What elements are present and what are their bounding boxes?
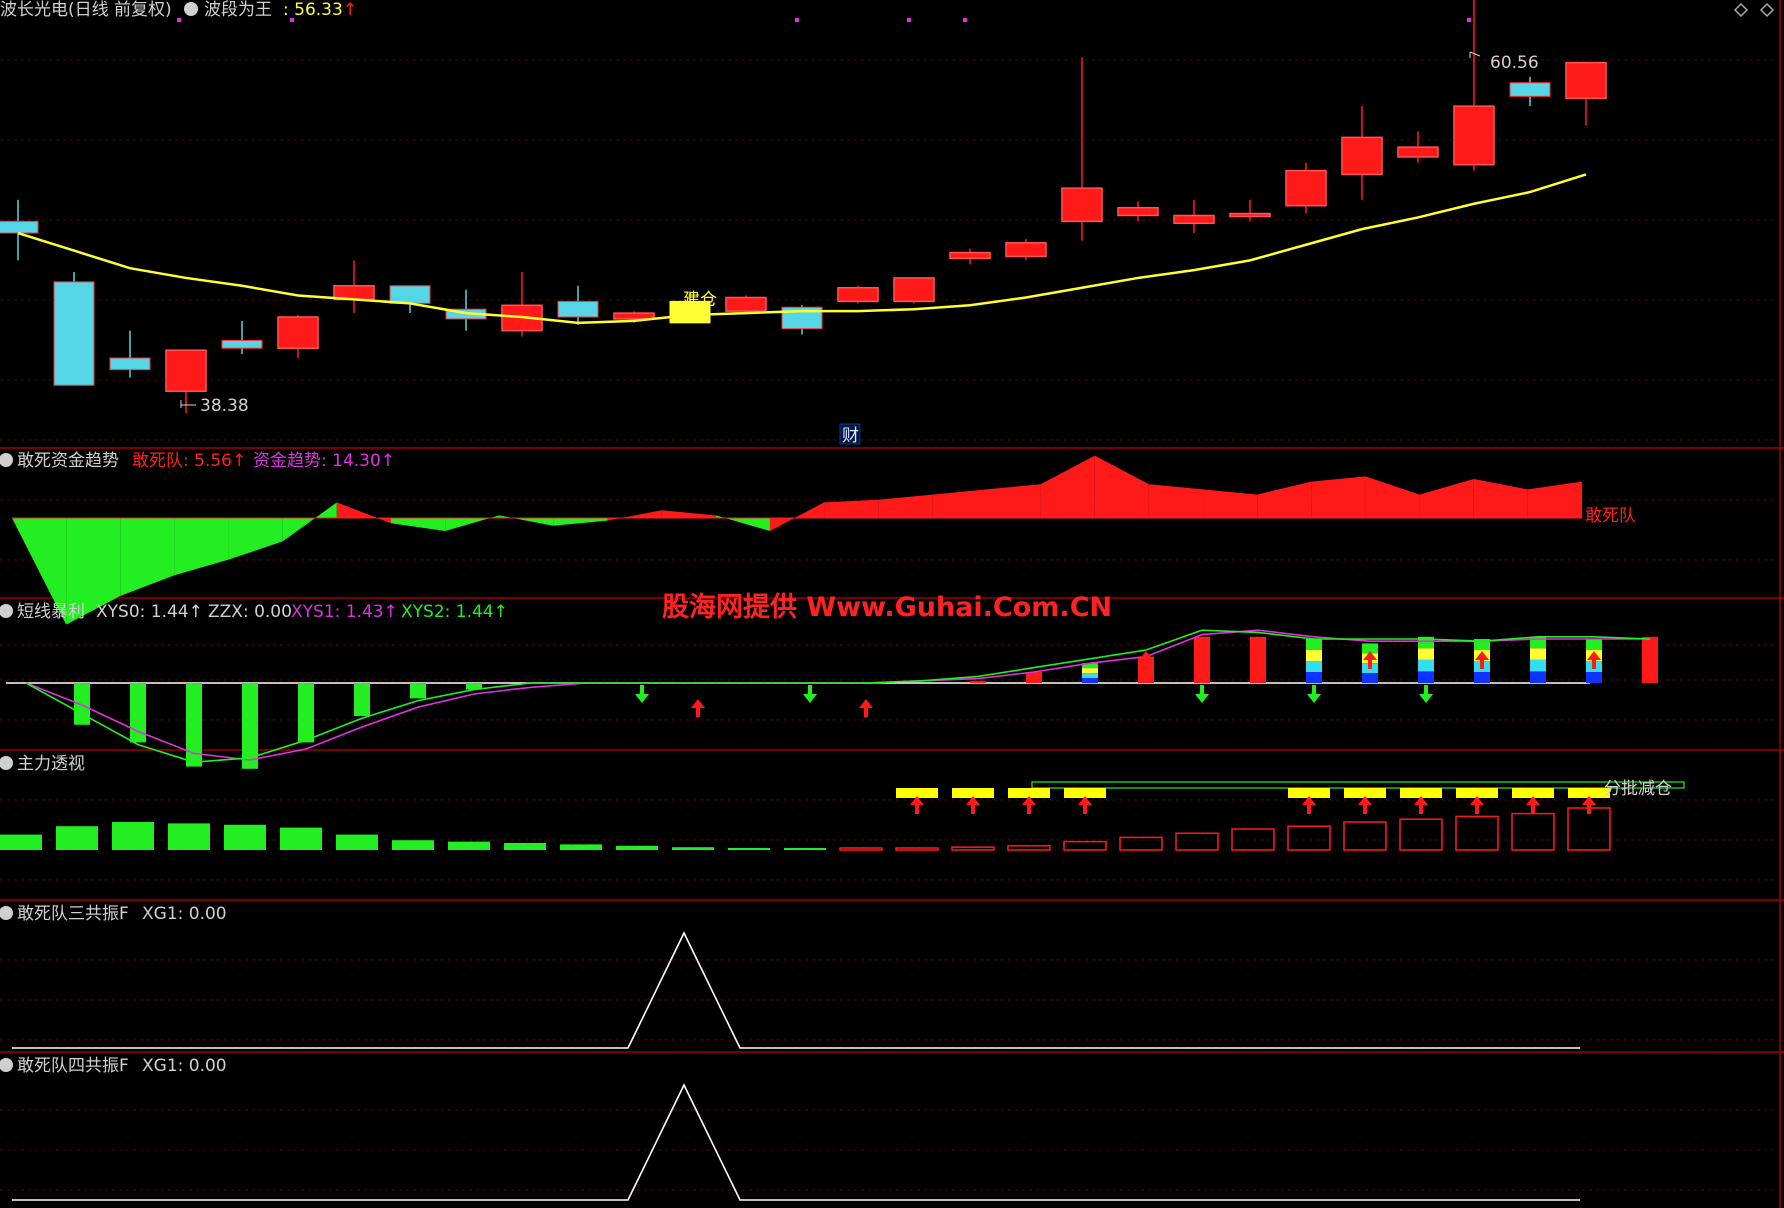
zhuli-bar-negative — [560, 844, 602, 850]
candle-body — [1565, 61, 1607, 100]
gansi-area-segment — [1148, 484, 1204, 518]
xys-bar — [1642, 636, 1658, 683]
zhuli-bar-negative — [112, 822, 154, 850]
candle-body — [1453, 105, 1495, 166]
xys-bar — [970, 680, 986, 683]
candle-body — [557, 300, 599, 318]
xys-bar — [410, 683, 426, 699]
zhuli-bar-negative — [728, 848, 770, 850]
xys-bar — [354, 683, 370, 716]
candle-body — [1117, 206, 1159, 217]
xys-bar-segment — [1306, 672, 1322, 683]
panel2-title: 短线暴利 — [17, 602, 85, 622]
panel2-legend-xys2: XYS2: 1.44↑ — [401, 602, 508, 622]
candle-body — [1229, 212, 1271, 218]
zhuli-bar-negative — [336, 834, 378, 850]
zhuli-bar-negative — [616, 845, 658, 850]
xys-bar-segment — [1082, 678, 1098, 683]
candle-body — [1285, 169, 1327, 207]
xys-bar-segment — [1530, 671, 1546, 683]
candle-body — [1397, 146, 1439, 158]
watermark-text: 股海网提供 Www.Guhai.Com.CN — [662, 592, 1112, 623]
zhuli-bar-negative — [784, 848, 826, 850]
candle-body — [277, 316, 319, 349]
gansi-area-segment — [1311, 476, 1366, 518]
candle-body — [109, 357, 151, 371]
zhuli-bar-negative — [0, 834, 42, 850]
xys-bar-segment — [1082, 673, 1098, 679]
candle-body — [949, 251, 991, 260]
stock-title: 波长光电(日线 前复权) — [0, 0, 172, 20]
candle-body — [1509, 82, 1551, 97]
panel5-title: 敢死队四共振F — [17, 1056, 129, 1076]
zhuli-bar-negative — [280, 827, 322, 850]
panel1-legend-gansi: 敢死队: 5.56↑ — [132, 451, 246, 471]
panel3-signal-label: 分批减仓 — [1604, 779, 1672, 799]
candle-body — [165, 349, 207, 392]
zhuli-bar-negative — [168, 823, 210, 850]
buy-signal-label: 建仓 — [683, 290, 717, 310]
zhuli-bar-negative — [392, 840, 434, 850]
xys-bar — [1026, 672, 1042, 683]
xys-bar-segment — [1418, 648, 1434, 660]
candle-body — [221, 339, 263, 349]
zhuli-bar-negative — [448, 841, 490, 850]
high-price-label: 60.56 — [1490, 53, 1539, 73]
xys-bar-segment — [1418, 659, 1434, 672]
panel1-series-label: 敢死队 — [1585, 506, 1636, 526]
xys-bar-segment — [1474, 672, 1490, 683]
panel2-legend-zzx: ZZX: 0.00 — [208, 602, 292, 622]
xys-bar-segment — [1306, 661, 1322, 672]
zhuli-bar-negative — [56, 826, 98, 850]
gansi-area-segment — [824, 499, 879, 518]
candle-body — [613, 312, 655, 320]
xys-bar — [1194, 636, 1210, 683]
zhuli-bar-negative — [504, 843, 546, 850]
zhuli-bar-negative — [224, 824, 266, 850]
candle-body — [893, 277, 935, 303]
xys-bar-segment — [1082, 668, 1098, 674]
candle-body — [53, 281, 95, 386]
xys-bar-segment — [1530, 659, 1546, 672]
xys-bar-segment — [1586, 639, 1602, 650]
panel2-legend-xys0: XYS0: 1.44↑ — [96, 602, 203, 622]
indicator-up-arrow: ↑ — [343, 0, 357, 20]
panel1-legend-trend: 资金趋势: 14.30↑ — [253, 451, 395, 471]
xys-bar-segment — [1306, 639, 1322, 650]
candle-body — [1341, 136, 1383, 176]
candle-body — [1005, 242, 1047, 258]
xys-bar-segment — [1418, 671, 1434, 683]
candle-body — [837, 286, 879, 303]
panel1-title: 敢死资金趋势 — [17, 451, 119, 471]
xys-bar — [298, 683, 314, 743]
candle-body — [0, 220, 39, 234]
indicator-value: : 56.33 — [283, 0, 343, 20]
panel4-title: 敢死队三共振F — [17, 904, 129, 924]
low-price-label: 38.38 — [200, 396, 249, 416]
panel4-legend: XG1: 0.00 — [142, 904, 227, 924]
xys-bar-segment — [1586, 672, 1602, 683]
candle-body — [389, 285, 431, 304]
finance-badge-label: 财 — [842, 426, 859, 446]
indicator-toggle-icon[interactable] — [184, 2, 198, 16]
indicator-name: 波段为王 — [204, 0, 272, 20]
candle-body — [1173, 214, 1215, 225]
xys-bar-segment — [1306, 650, 1322, 661]
xys-bar-segment — [1530, 648, 1546, 660]
panel3-title: 主力透视 — [17, 754, 85, 774]
panel2-legend-xys1: XYS1: 1.43↑ — [291, 602, 398, 622]
candle-body — [1061, 187, 1103, 223]
candle-body — [725, 296, 767, 312]
panel5-legend: XG1: 0.00 — [142, 1056, 227, 1076]
xys-bar-segment — [1362, 673, 1378, 683]
gansi-area-segment — [986, 484, 1041, 518]
xys-bar — [74, 683, 90, 725]
zhuli-bar-negative — [672, 847, 714, 850]
chart-stage: 波长光电(日线 前复权) 波段为王 : 56.33 ↑ 60.56 38.38 … — [0, 0, 1784, 1208]
